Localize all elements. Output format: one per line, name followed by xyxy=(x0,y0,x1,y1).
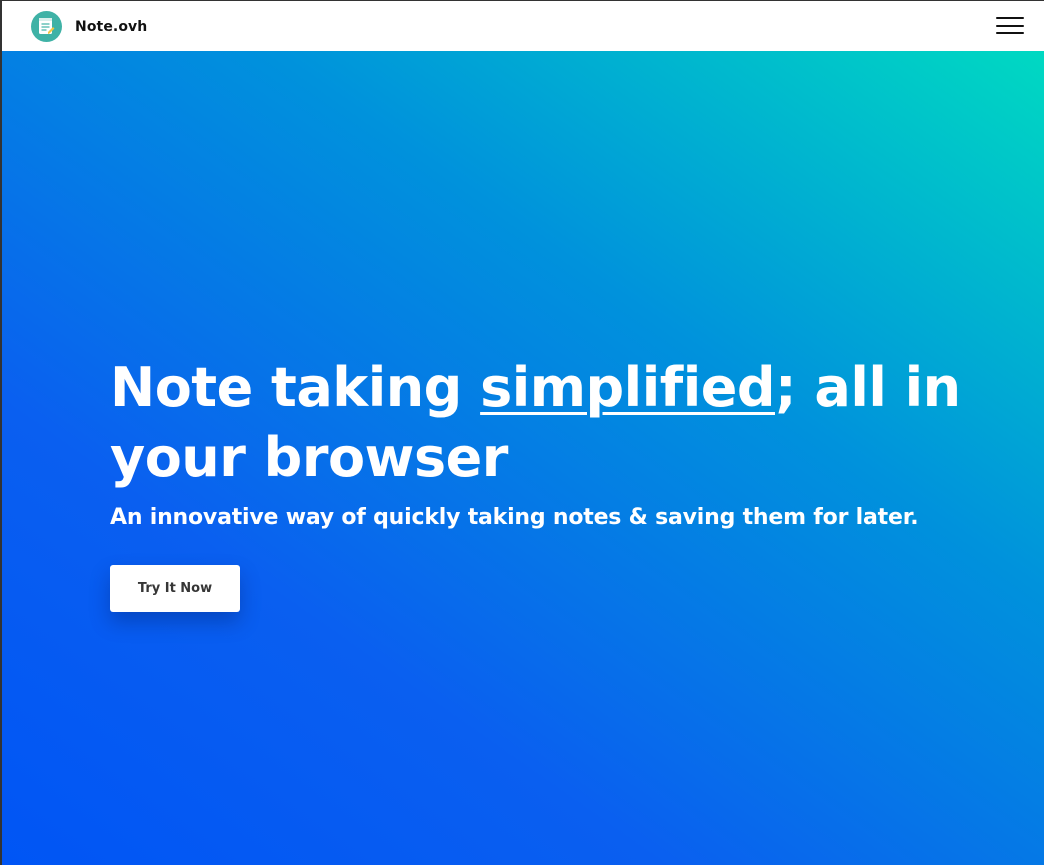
hamburger-menu-icon[interactable] xyxy=(996,17,1024,35)
navbar: Note.ovh xyxy=(2,1,1044,51)
hamburger-line xyxy=(996,25,1024,27)
brand-link[interactable]: Note.ovh xyxy=(31,11,147,42)
hamburger-line xyxy=(996,32,1024,34)
try-it-now-button[interactable]: Try It Now xyxy=(110,565,240,612)
brand-name: Note.ovh xyxy=(75,18,148,35)
notepad-icon xyxy=(31,11,62,42)
page: Note.ovh Note taking simplified; all in … xyxy=(0,0,1044,865)
hero-subheadline: An innovative way of quickly taking note… xyxy=(110,505,919,530)
hero-headline: Note taking simplified; all in your brow… xyxy=(110,353,970,493)
hamburger-line xyxy=(996,17,1024,19)
headline-text-start: Note taking xyxy=(110,356,481,419)
hero-section: Note taking simplified; all in your brow… xyxy=(2,51,1044,865)
hero-content: Note taking simplified; all in your brow… xyxy=(110,353,970,612)
headline-emphasis: simplified xyxy=(480,356,775,419)
